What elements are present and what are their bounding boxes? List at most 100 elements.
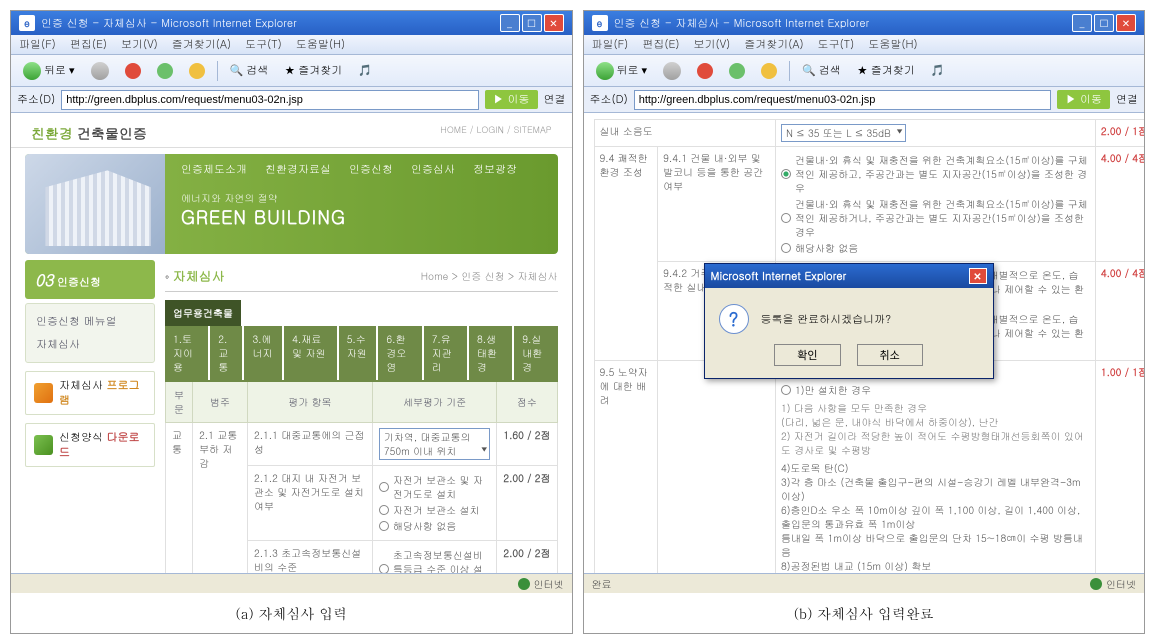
menu-help[interactable]: 도움말(H) [296,37,345,52]
refresh-button[interactable] [723,61,751,81]
search-button[interactable]: 🔍 검색 [224,61,275,80]
menu-view[interactable]: 보기(V) [693,37,730,52]
leftnav-item[interactable]: 인증신청 메뉴얼 [26,310,154,333]
nav-item[interactable]: 인증제도소개 [181,162,247,177]
go-button[interactable]: ▶ 이동 [485,90,538,109]
forward-button[interactable] [657,60,687,82]
criteria-dropdown[interactable]: 기차역, 대중교통의 750m 이내 위치 [379,428,490,460]
banner-title: GREEN BUILDING [181,205,542,230]
minimize-button[interactable]: _ [1072,14,1092,32]
close-button[interactable]: ✕ [1116,14,1136,32]
forward-button[interactable] [85,60,115,82]
menu-tools[interactable]: 도구(T) [818,37,855,52]
confirm-dialog: Microsoft Internet Explorer ✕ ? 등록을 완료하시… [704,263,994,379]
menu-edit[interactable]: 편집(E) [70,37,107,52]
top-right-links[interactable]: HOME / LOGIN / SITEMAP [440,123,551,143]
item-code: 2.1.1 대중교통에의 근접성 [247,423,372,466]
tab-item[interactable]: 5.수자원 [339,326,377,380]
go-button[interactable]: ▶ 이동 [1057,90,1110,109]
internet-zone-icon [518,578,530,590]
menu-file[interactable]: 파일(F) [592,37,629,52]
home-button[interactable] [183,61,211,81]
dialog-ok-button[interactable]: 확인 [774,344,840,366]
figure-caption-b: (b) 자체심사 입력완료 [584,593,1145,633]
radio-option[interactable] [379,564,389,573]
criteria-dropdown[interactable]: N ≤ 35 또는 L ≤ 35dB [781,124,906,142]
dialog-close-button[interactable]: ✕ [969,268,987,284]
section-code: 9.4 쾌적한 환경 조성 [594,147,658,361]
radio-option[interactable] [781,213,791,223]
score-value: 2.00 / 2점 [497,541,557,574]
radio-option[interactable] [781,385,791,395]
score-table: 부문 범주 평가 항목 세부평가 기준 점수 교통 2.1 교통부하 저감 2.… [165,380,558,573]
radio-option[interactable] [781,169,791,179]
score-value: 1.00 / 1점 [1095,361,1144,574]
nav-item[interactable]: 정보광장 [473,162,517,177]
tab-item[interactable]: 3.에너지 [244,326,282,380]
tab-item[interactable]: 6.환경오염 [378,326,421,380]
radio-option[interactable] [781,243,791,253]
menu-edit[interactable]: 편집(E) [642,37,679,52]
menu-help[interactable]: 도움말(H) [868,37,917,52]
refresh-icon [157,63,173,79]
media-button[interactable]: 🎵 [352,61,378,80]
question-icon: ? [719,304,749,334]
nav-item[interactable]: 친환경자료실 [265,162,331,177]
tab-item[interactable]: 7.유지관리 [424,326,467,380]
radio-option[interactable] [379,521,389,531]
th-item: 평가 항목 [247,381,372,423]
dialog-message: 등록을 완료하시겠습니까? [761,312,892,327]
refresh-button[interactable] [151,61,179,81]
toolbar-separator [217,61,218,81]
home-icon [761,63,777,79]
list-item: 틈내일 폭 1m이상 바닥으로 출입문의 단차 15~18㎝이 수평 방틈내음 [781,531,1090,559]
program-icon [34,383,53,403]
self-review-program-button[interactable]: 자체심사 프로그램 [25,371,155,415]
search-button[interactable]: 🔍 검색 [796,61,847,80]
menu-view[interactable]: 보기(V) [121,37,158,52]
prior-row: 실내 소음도 [594,120,775,147]
list-item: 6)층인D소 우소 폭 10m이상 깊이 폭 1,100 이상, 길이 1,40… [781,503,1090,531]
list-item: 8)공정된법 내교 (15m 이상) 확보 [781,559,1090,573]
menu-fav[interactable]: 즐겨찾기(A) [172,37,231,52]
maximize-button[interactable]: ☐ [1094,14,1114,32]
radio-option[interactable] [379,482,389,492]
close-button[interactable]: ✕ [544,14,564,32]
menu-fav[interactable]: 즐겨찾기(A) [744,37,803,52]
category-tabs: 업무용건축물 [165,300,558,326]
links-label[interactable]: 연결 [1116,92,1138,107]
address-input[interactable] [634,90,1052,110]
nav-item[interactable]: 인증신청 [349,162,393,177]
maximize-button[interactable]: ☐ [522,14,542,32]
menu-file[interactable]: 파일(F) [19,37,56,52]
tab-item[interactable]: 8.생태환경 [469,326,512,380]
back-button[interactable]: 뒤로 ▾ [17,60,81,82]
tab-item[interactable]: 9.실내환경 [514,326,557,380]
leftnav-list: 인증신청 메뉴얼 자체심사 [25,303,155,363]
tab-item[interactable]: 2.교통 [210,326,242,380]
leftnav-item[interactable]: 자체심사 [26,333,154,356]
item-code: 9.4.1 건물 내·외부 및 발코니 등을 통한 공간여부 [658,147,776,262]
favorites-button[interactable]: ★ 즐겨찾기 [278,61,348,80]
home-button[interactable] [755,61,783,81]
favorites-button[interactable]: ★ 즐겨찾기 [851,61,921,80]
nav-item[interactable]: 인증심사 [411,162,455,177]
form-download-button[interactable]: 신청양식 다운로드 [25,423,155,467]
media-button[interactable]: 🎵 [925,61,951,80]
criteria-cell: 1)과 2)를 설치한 경우 1)만 설치한 경우 1) 다음 사항을 모두 만… [775,361,1095,574]
dialog-cancel-button[interactable]: 취소 [857,344,923,366]
stop-button[interactable] [691,61,719,81]
radio-option[interactable] [379,505,389,515]
tab-item[interactable]: 1.토지이용 [165,326,208,380]
links-label[interactable]: 연결 [544,92,566,107]
menu-tools[interactable]: 도구(T) [245,37,282,52]
stop-button[interactable] [119,61,147,81]
back-button[interactable]: 뒤로 ▾ [590,60,654,82]
minimize-button[interactable]: _ [500,14,520,32]
address-input[interactable] [61,90,479,110]
figure-caption-a: (a) 자체심사 입력 [11,593,572,633]
dialog-titlebar: Microsoft Internet Explorer ✕ [705,264,993,288]
list-item: 3)각 층 마소 (건축물 출입구-편의 시설-승강기 레벨 내부완격-3m이상… [781,475,1090,503]
tab-item[interactable]: 4.재료 및 자원 [284,326,337,380]
forward-icon [91,62,109,80]
